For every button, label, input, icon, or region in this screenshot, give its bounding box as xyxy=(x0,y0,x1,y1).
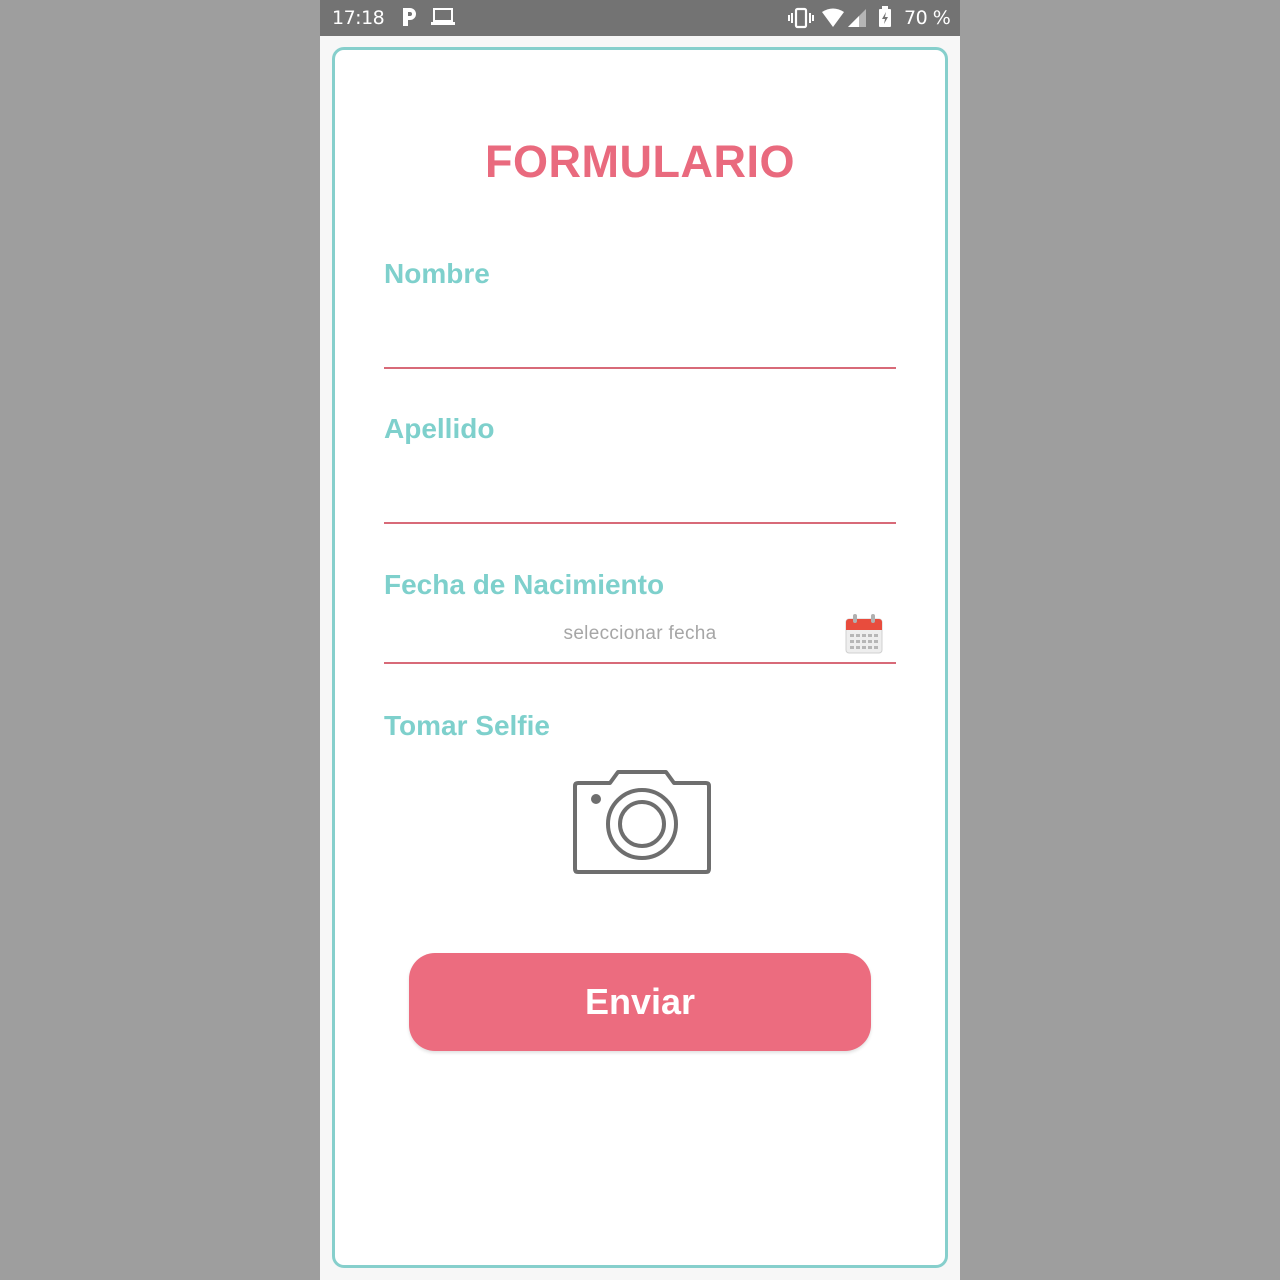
wifi-icon xyxy=(822,8,844,27)
date-placeholder: seleccionar fecha xyxy=(563,623,717,644)
apellido-input[interactable] xyxy=(384,474,896,524)
submit-button[interactable]: Enviar xyxy=(409,953,871,1051)
parking-icon xyxy=(403,8,416,26)
battery-icon xyxy=(879,6,891,27)
form-title: FORMULARIO xyxy=(485,136,795,187)
signal-icon xyxy=(848,9,866,27)
vibrate-icon xyxy=(788,7,814,29)
status-time: 17:18 xyxy=(332,7,385,29)
camera-icon[interactable] xyxy=(572,769,712,875)
form-card: FORMULARIO Nombre Apellido Fecha de Naci… xyxy=(332,47,948,1268)
date-picker-field[interactable]: seleccionar fecha xyxy=(384,608,896,664)
nombre-label: Nombre xyxy=(384,258,490,289)
nombre-input[interactable] xyxy=(384,319,896,369)
status-bar: 17:18 70 % xyxy=(320,0,960,36)
fecha-label: Fecha de Nacimiento xyxy=(384,569,665,600)
battery-percent: 70 % xyxy=(904,7,951,29)
selfie-label: Tomar Selfie xyxy=(384,710,550,741)
apellido-label: Apellido xyxy=(384,413,495,444)
laptop-icon xyxy=(431,8,455,25)
calendar-icon[interactable] xyxy=(845,613,883,655)
phone-screen: 17:18 70 % FORMULARIO Nombre Apellido Fe… xyxy=(320,0,960,1280)
